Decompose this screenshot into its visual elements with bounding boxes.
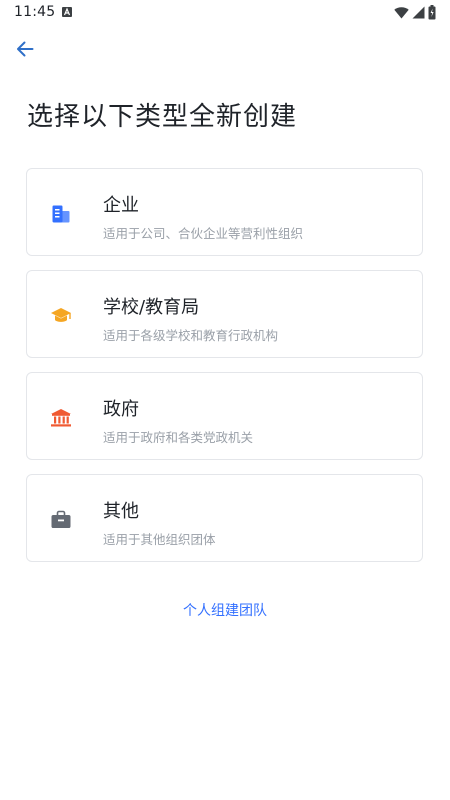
personal-team-link[interactable]: 个人组建团队 (0, 600, 450, 620)
cell-signal-icon (412, 6, 425, 18)
option-title: 学校/教育局 (103, 297, 200, 318)
option-description: 适用于公司、合伙企业等营利性组织 (103, 226, 304, 241)
briefcase-icon (49, 508, 73, 532)
option-card-government[interactable]: 政府 适用于政府和各类党政机关 (26, 372, 423, 460)
status-time: 11:45 (14, 4, 56, 20)
back-button[interactable] (10, 34, 40, 64)
option-title: 政府 (103, 399, 139, 420)
status-bar: 11:45 (0, 0, 450, 26)
status-icons (394, 4, 436, 19)
arrow-left-icon (17, 41, 34, 57)
option-card-enterprise[interactable]: 企业 适用于公司、合伙企业等营利性组织 (26, 168, 423, 256)
option-title: 企业 (103, 195, 139, 216)
option-description: 适用于其他组织团体 (103, 532, 216, 547)
notification-icon (62, 7, 72, 17)
page-title: 选择以下类型全新创建 (27, 102, 298, 132)
graduation-cap-icon (49, 304, 73, 328)
option-title: 其他 (103, 501, 139, 522)
government-building-icon (49, 406, 73, 430)
building-icon (49, 202, 73, 226)
battery-icon (428, 4, 436, 19)
option-description: 适用于政府和各类党政机关 (103, 430, 254, 445)
option-card-school[interactable]: 学校/教育局 适用于各级学校和教育行政机构 (26, 270, 423, 358)
wifi-icon (394, 6, 409, 18)
option-description: 适用于各级学校和教育行政机构 (103, 328, 279, 343)
option-card-other[interactable]: 其他 适用于其他组织团体 (26, 474, 423, 562)
